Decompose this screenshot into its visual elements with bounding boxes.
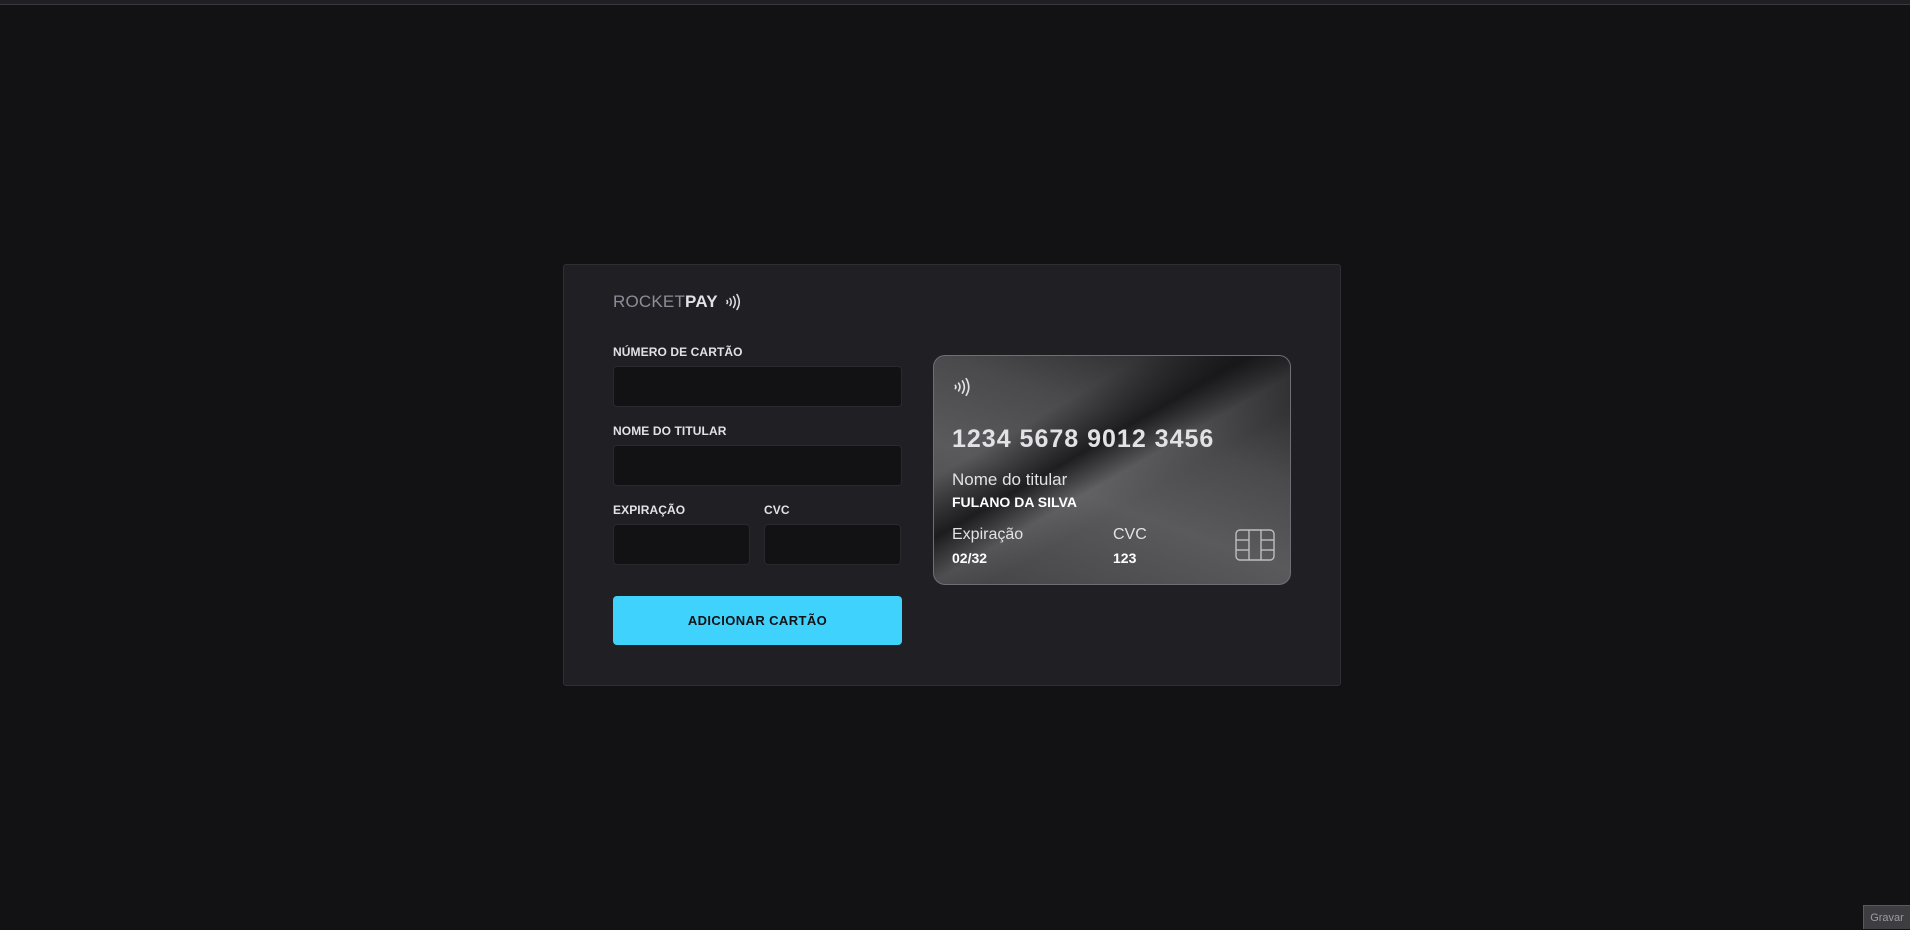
card-number-field: NÚMERO DE CARTÃO: [613, 345, 902, 407]
payment-panel: ROCKET PAY NÚMERO DE CARTÃO NOME DO TITU…: [563, 264, 1341, 686]
logo-pay-text: PAY: [685, 292, 718, 312]
card-cvc-label: CVC: [1113, 526, 1147, 544]
cvc-label: CVC: [764, 503, 901, 517]
contactless-icon: [952, 376, 974, 403]
holder-name-input[interactable]: [613, 445, 902, 486]
card-expiration-value: 02/32: [952, 550, 987, 566]
card-number-label: NÚMERO DE CARTÃO: [613, 345, 902, 359]
add-card-button[interactable]: ADICIONAR CARTÃO: [613, 596, 902, 645]
expiration-input[interactable]: [613, 524, 750, 565]
card-cvc-value: 123: [1113, 550, 1136, 566]
contactless-icon: [724, 292, 744, 312]
record-button[interactable]: Gravar: [1863, 905, 1910, 929]
cvc-field: CVC: [764, 503, 901, 565]
browser-top-border: [0, 0, 1910, 5]
chip-icon: [1235, 529, 1275, 566]
holder-name-label: NOME DO TITULAR: [613, 424, 902, 438]
holder-name-field: NOME DO TITULAR: [613, 424, 902, 486]
card-number-input[interactable]: [613, 366, 902, 407]
credit-card-preview: 1234 5678 9012 3456 Nome do titular FULA…: [933, 355, 1291, 585]
card-number-display: 1234 5678 9012 3456: [952, 425, 1214, 454]
cvc-input[interactable]: [764, 524, 901, 565]
card-holder-label: Nome do titular: [952, 470, 1067, 490]
expiration-cvc-row: EXPIRAÇÃO CVC: [613, 503, 902, 582]
card-holder-value: FULANO DA SILVA: [952, 494, 1077, 510]
rocketpay-logo: ROCKET PAY: [613, 292, 744, 312]
expiration-label: EXPIRAÇÃO: [613, 503, 750, 517]
card-expiration-label: Expiração: [952, 526, 1023, 544]
logo-rocket-text: ROCKET: [613, 292, 685, 312]
card-form: NÚMERO DE CARTÃO NOME DO TITULAR EXPIRAÇ…: [613, 345, 902, 582]
expiration-field: EXPIRAÇÃO: [613, 503, 750, 565]
